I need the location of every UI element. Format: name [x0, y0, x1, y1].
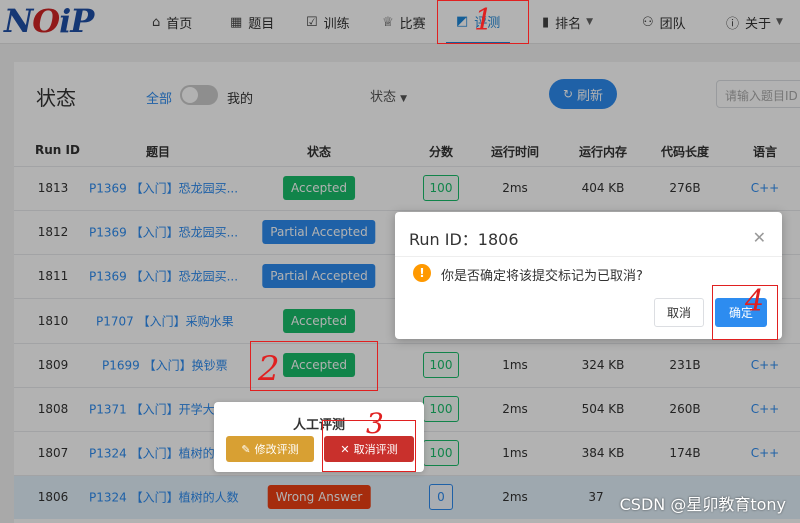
- close-icon[interactable]: ✕: [753, 228, 766, 247]
- annotation-number-3: 3: [366, 407, 384, 440]
- modal-message: 你是否确定将该提交标记为已取消?: [441, 269, 643, 284]
- annotation-number-4: 4: [745, 284, 765, 319]
- modal-title: Run ID：1806: [409, 230, 519, 249]
- annotation-number-2: 2: [258, 349, 280, 389]
- warning-icon: !: [413, 264, 431, 282]
- csdn-watermark: CSDN @星卯教育tony: [619, 495, 786, 514]
- modal-cancel-button[interactable]: 取消: [654, 298, 704, 327]
- annotation-number-1: 1: [474, 3, 494, 38]
- edit-icon: ✎: [241, 442, 251, 456]
- modal-divider: [395, 256, 782, 257]
- edit-judge-button[interactable]: ✎ 修改评测: [226, 436, 314, 462]
